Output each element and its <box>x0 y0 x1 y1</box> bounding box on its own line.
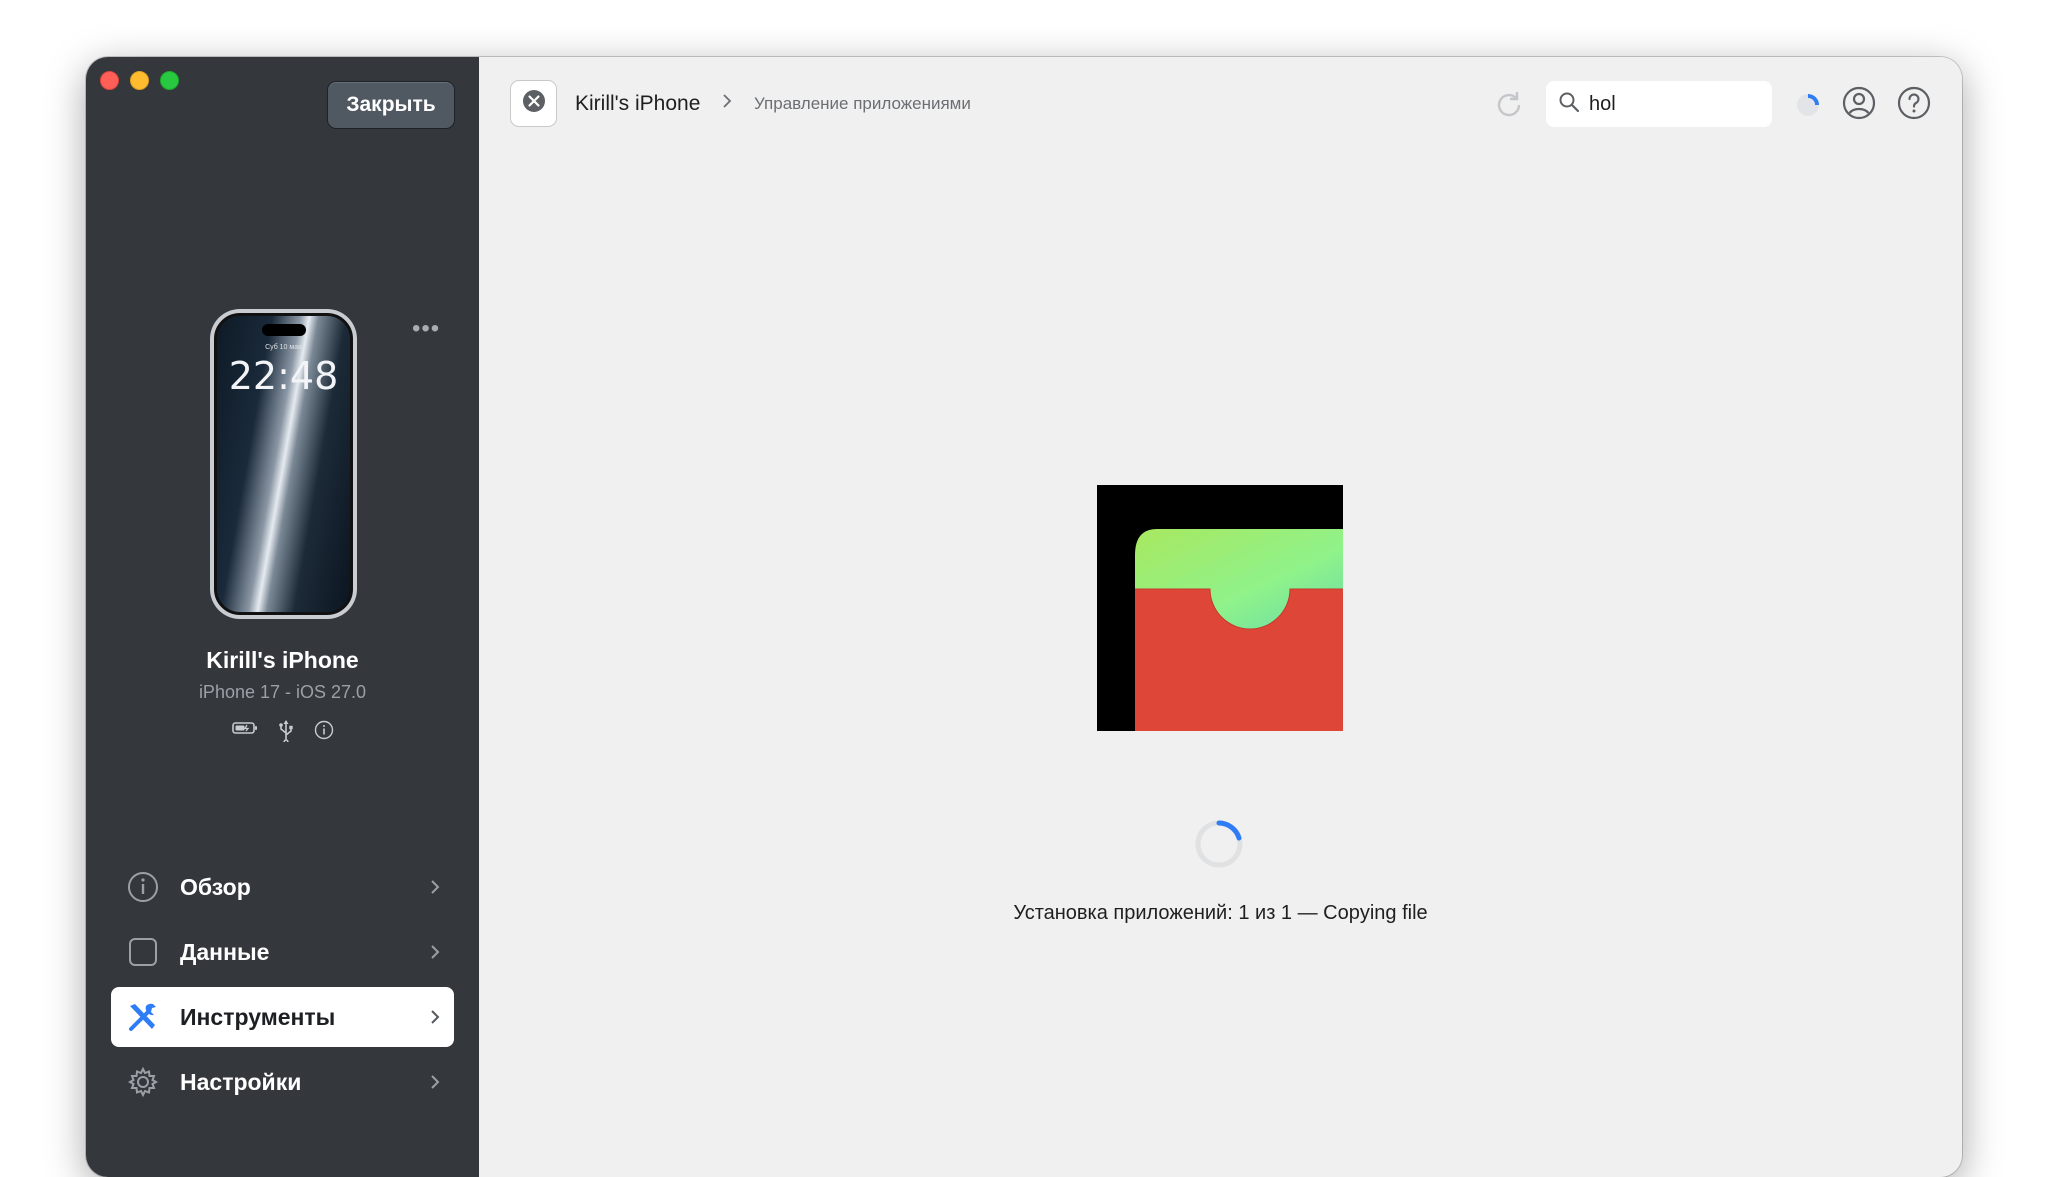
usb-icon <box>278 720 294 742</box>
sidebar-item-overview[interactable]: Обзор <box>111 857 454 917</box>
chevron-right-icon <box>430 1009 440 1025</box>
device-preview-image: Суб 10 мая 22:48 <box>210 309 357 619</box>
main-content: Kirill's iPhone Управление приложениями <box>479 57 1962 1177</box>
loading-spinner-icon <box>1193 818 1245 875</box>
device-name: Kirill's iPhone <box>206 647 359 673</box>
help-icon <box>1896 86 1932 125</box>
search-field[interactable] <box>1546 81 1772 127</box>
sidebar-item-label: Обзор <box>180 873 251 900</box>
window-zoom-button[interactable] <box>160 71 179 90</box>
search-input[interactable] <box>1587 91 1751 117</box>
gear-icon <box>126 1065 160 1099</box>
tools-icon <box>126 1000 160 1034</box>
install-status-text: Установка приложений: 1 из 1 — Copying f… <box>1013 902 1428 924</box>
sidebar-item-label: Данные <box>180 938 270 965</box>
lock-screen: Суб 10 мая 22:48 <box>214 313 353 615</box>
app-window: Закрыть ••• Суб 10 мая 22:48 Kirill's iP… <box>86 57 1962 1177</box>
chevron-right-icon <box>430 944 440 960</box>
chevron-right-icon <box>430 1074 440 1090</box>
search-icon <box>1546 91 1587 118</box>
account-button[interactable] <box>1841 85 1877 126</box>
sidebar-item-settings[interactable]: Настройки <box>111 1052 454 1112</box>
window-minimize-button[interactable] <box>130 71 149 90</box>
sidebar-item-data[interactable]: Данные <box>111 922 454 982</box>
account-icon <box>1841 86 1877 125</box>
square-icon <box>126 935 160 969</box>
wallet-pocket-cutout <box>1135 529 1343 731</box>
sidebar-item-label: Инструменты <box>180 1003 336 1030</box>
refresh-button[interactable] <box>1491 87 1527 128</box>
app-icon-wallet <box>1097 485 1343 731</box>
info-icon[interactable] <box>314 720 334 742</box>
refresh-icon <box>1491 92 1527 127</box>
sidebar-nav: Обзор Данные Инструменты Настройки <box>111 857 454 1117</box>
breadcrumb-current-page: Управление приложениями <box>754 94 971 113</box>
breadcrumb-device[interactable]: Kirill's iPhone <box>575 92 700 116</box>
more-options-button[interactable]: ••• <box>412 315 440 343</box>
info-icon <box>126 870 160 904</box>
battery-icon <box>231 720 258 742</box>
help-button[interactable] <box>1896 85 1932 126</box>
sidebar-item-label: Настройки <box>180 1068 302 1095</box>
chevron-right-icon <box>722 93 732 109</box>
device-model-os: iPhone 17 - iOS 27.0 <box>198 682 367 702</box>
device-status-icons <box>86 720 479 742</box>
lock-screen-date: Суб 10 мая <box>265 344 302 351</box>
dynamic-island <box>261 324 306 336</box>
close-circle-icon <box>521 88 547 119</box>
sidebar-item-tools[interactable]: Инструменты <box>111 987 454 1047</box>
window-close-button[interactable] <box>100 71 119 90</box>
chevron-right-icon <box>430 879 440 895</box>
close-device-button[interactable]: Закрыть <box>327 81 455 129</box>
close-app-management-button[interactable] <box>510 80 557 127</box>
sidebar: Закрыть ••• Суб 10 мая 22:48 Kirill's iP… <box>86 57 479 1177</box>
lock-screen-time: 22:48 <box>228 354 339 398</box>
progress-pie-icon[interactable] <box>1795 92 1821 123</box>
